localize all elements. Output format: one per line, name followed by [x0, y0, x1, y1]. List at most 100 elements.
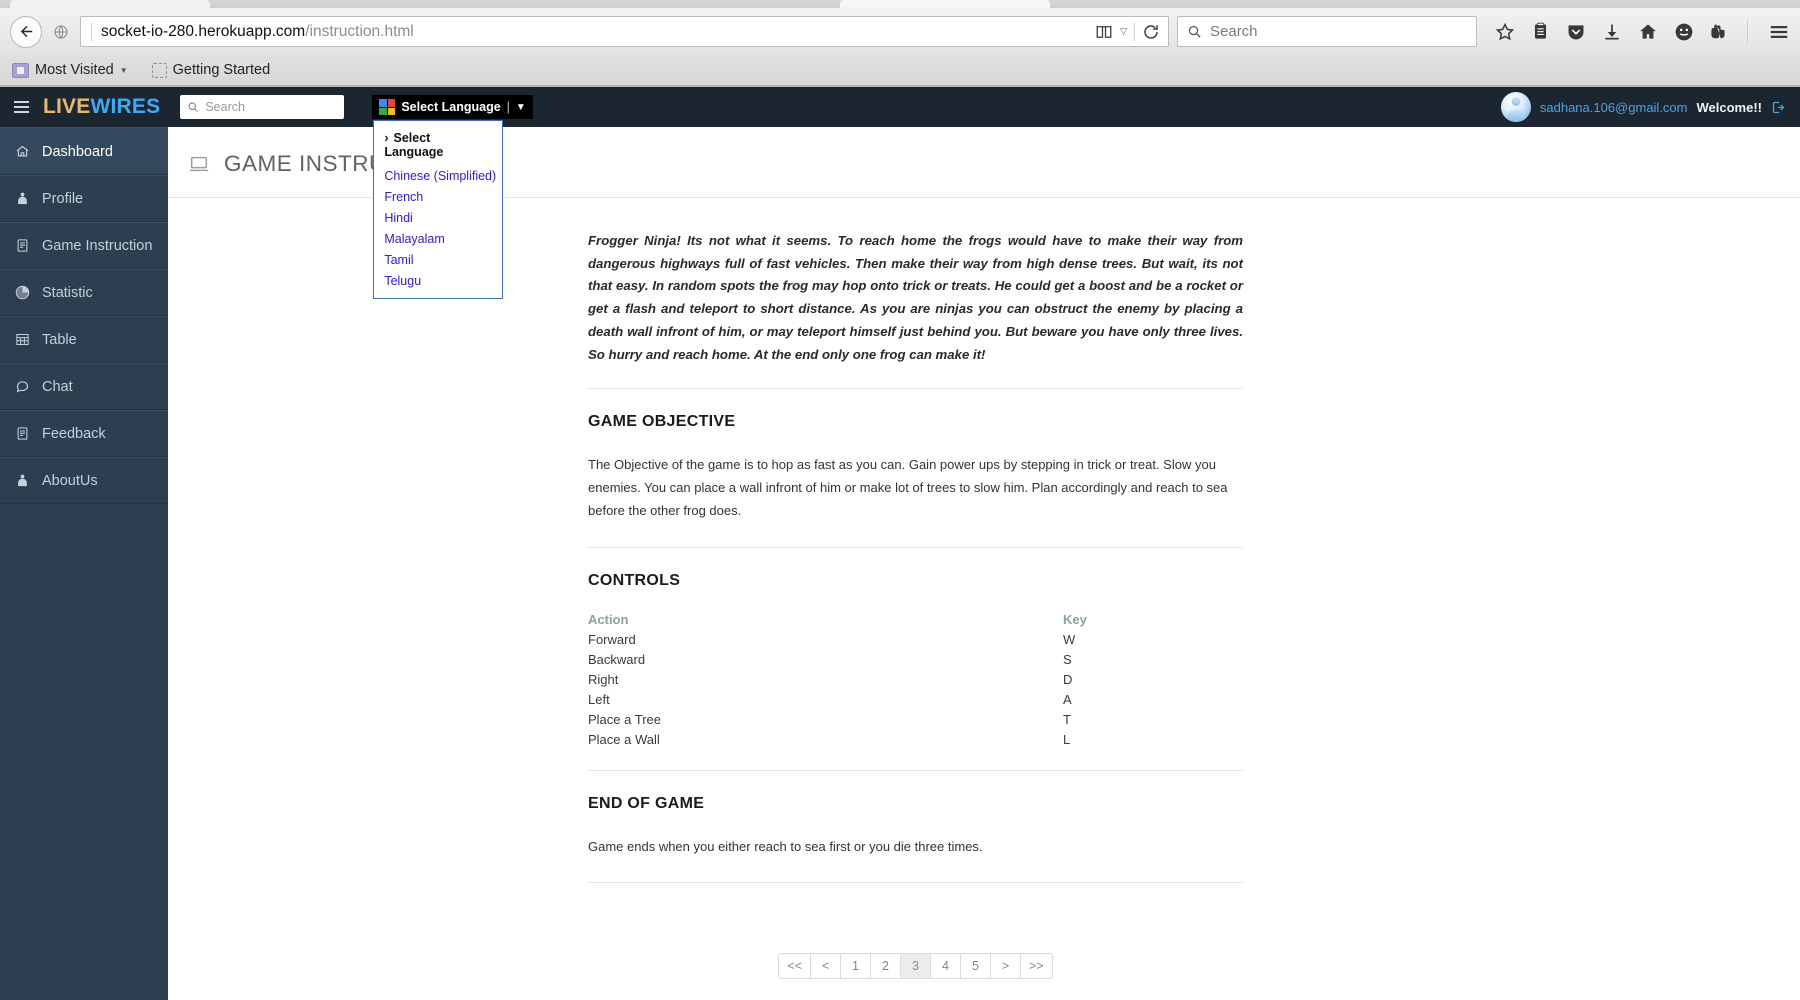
bookmark-label: Getting Started [172, 62, 271, 78]
search-placeholder: Search [205, 100, 245, 114]
sidebar-item-statistic[interactable]: Statistic [0, 269, 168, 316]
control-action: Place a Wall [588, 732, 660, 748]
brand-logo[interactable]: LIVEWIRES [43, 95, 160, 119]
control-key: D [1063, 672, 1073, 688]
browser-tab[interactable] [840, 0, 1050, 8]
sidebar-item-label: Table [42, 331, 77, 348]
smiley-icon[interactable] [1674, 22, 1694, 42]
language-option-tamil[interactable]: Tamil [374, 249, 502, 270]
language-option-hindi[interactable]: Hindi [374, 207, 502, 228]
address-bar-text: socket-io-280.herokuapp.com/instruction.… [101, 23, 414, 41]
pagination-next[interactable]: > [990, 952, 1020, 979]
download-icon[interactable] [1602, 22, 1622, 42]
bookmark-getting-started[interactable]: Getting Started [151, 62, 271, 78]
back-arrow-icon[interactable] [10, 15, 42, 48]
library-icon[interactable] [1531, 22, 1550, 41]
sidebar-item-table[interactable]: Table [0, 316, 168, 363]
control-action: Left [588, 692, 610, 708]
pagination-last[interactable]: >> [1020, 952, 1053, 979]
intro-paragraph: Frogger Ninja! Its not what it seems. To… [588, 230, 1243, 390]
welcome-text: Welcome!! [1696, 99, 1763, 115]
language-option-malayalam[interactable]: Malayalam [374, 228, 502, 249]
search-icon [1188, 25, 1201, 38]
pagination-page-4[interactable]: 4 [930, 952, 960, 979]
sidebar-navigation: Dashboard Profile Game Instruction Stati… [0, 127, 168, 1000]
sidebar-item-label: Game Instruction [42, 237, 153, 254]
table-row: Forward W [588, 630, 1243, 650]
pagination-page-1[interactable]: 1 [840, 952, 870, 979]
star-icon[interactable] [1495, 22, 1515, 42]
pagination-page-2[interactable]: 2 [870, 952, 900, 979]
language-dropdown-header: Select Language [374, 128, 502, 165]
pagination-prev[interactable]: < [810, 952, 840, 979]
column-header-key: Key [1063, 611, 1087, 627]
sidebar-item-label: Profile [42, 190, 84, 207]
language-option-french[interactable]: French [374, 186, 502, 207]
user-account-area: sadhana.106@gmail.com Welcome!! [1500, 92, 1786, 122]
control-action: Forward [588, 632, 636, 648]
sidebar-item-label: Feedback [42, 425, 106, 442]
bookmark-label: Most Visited [35, 62, 114, 78]
table-row: Backward S [588, 650, 1243, 670]
hamburger-icon[interactable] [14, 101, 29, 113]
bookmark-most-visited[interactable]: Most Visited ▼ [12, 62, 128, 78]
sidebar-item-profile[interactable]: Profile [0, 175, 168, 222]
evernote-icon[interactable] [1710, 22, 1727, 41]
app-body: Dashboard Profile Game Instruction Stati… [0, 127, 1800, 1000]
section-title-controls: CONTROLS [588, 571, 681, 589]
pocket-icon[interactable] [1566, 22, 1586, 42]
table-row: Place a Wall L [588, 730, 1243, 750]
document-icon [14, 238, 31, 253]
pagination-first[interactable]: << [778, 952, 810, 979]
table-grid-icon [14, 332, 31, 347]
sidebar-item-chat[interactable]: Chat [0, 363, 168, 410]
user-email[interactable]: sadhana.106@gmail.com [1540, 100, 1688, 115]
home-icon[interactable] [1638, 22, 1658, 42]
bookmarks-bar: Most Visited ▼ Getting Started [0, 55, 1800, 86]
language-option-telugu[interactable]: Telugu [374, 270, 502, 291]
user-icon [14, 191, 31, 206]
browser-navigation-bar: socket-io-280.herokuapp.com/instruction.… [0, 8, 1800, 55]
section-body-objective: The Objective of the game is to hop as f… [588, 431, 1243, 548]
pie-chart-icon [14, 285, 31, 300]
language-dropdown-menu: Select Language Chinese (Simplified) Fre… [373, 120, 504, 299]
controls-table-wrapper: Action Key Forward W Backward S Right D … [588, 612, 1243, 771]
sidebar-item-aboutus[interactable]: AboutUs [0, 457, 168, 504]
control-key: A [1063, 692, 1072, 708]
reader-mode-icon[interactable] [1095, 23, 1113, 41]
chevron-down-icon[interactable]: ▼ [516, 102, 526, 113]
sidebar-item-label: AboutUs [42, 472, 98, 489]
divider [91, 22, 92, 41]
brand-live-text: LIVE [43, 95, 91, 118]
language-selector-label: Select Language [401, 100, 501, 114]
language-option-chinese[interactable]: Chinese (Simplified) [374, 165, 502, 186]
browser-search-placeholder: Search [1210, 23, 1258, 40]
table-row: Place a Tree T [588, 710, 1243, 730]
logout-icon[interactable] [1771, 100, 1786, 115]
language-selector[interactable]: Select Language | ▼ Select Language Chin… [372, 95, 533, 299]
brand-wires-text: WIRES [90, 95, 161, 118]
sidebar-item-feedback[interactable]: Feedback [0, 410, 168, 457]
browser-search-box[interactable]: Search [1177, 16, 1477, 47]
web-page: LIVEWIRES Search Select Language | ▼ Sel… [0, 87, 1800, 1000]
reload-icon[interactable] [1142, 23, 1160, 41]
pagination-page-5[interactable]: 5 [960, 952, 990, 979]
sidebar-item-game-instruction[interactable]: Game Instruction [0, 222, 168, 269]
browser-tab[interactable] [10, 0, 210, 8]
search-input[interactable]: Search [180, 95, 345, 119]
chevron-down-icon[interactable]: ▽ [1120, 26, 1127, 37]
article: Frogger Ninja! Its not what it seems. To… [588, 198, 1243, 979]
sidebar-item-dashboard[interactable]: Dashboard [0, 128, 168, 175]
sidebar-item-label: Statistic [42, 284, 93, 301]
browser-chrome: socket-io-280.herokuapp.com/instruction.… [0, 0, 1800, 87]
search-icon [188, 102, 199, 112]
hamburger-menu-icon[interactable] [1768, 21, 1790, 43]
pagination-page-3[interactable]: 3 [900, 952, 930, 979]
forward-arrow-icon[interactable] [50, 21, 72, 43]
section-title-end-of-game: END OF GAME [588, 794, 705, 812]
app-header: LIVEWIRES Search Select Language | ▼ Sel… [0, 87, 1800, 299]
address-bar[interactable]: socket-io-280.herokuapp.com/instruction.… [80, 16, 1169, 47]
user-icon [14, 473, 31, 488]
url-path: /instruction.html [305, 22, 414, 40]
section-title-objective: GAME OBJECTIVE [588, 413, 736, 431]
